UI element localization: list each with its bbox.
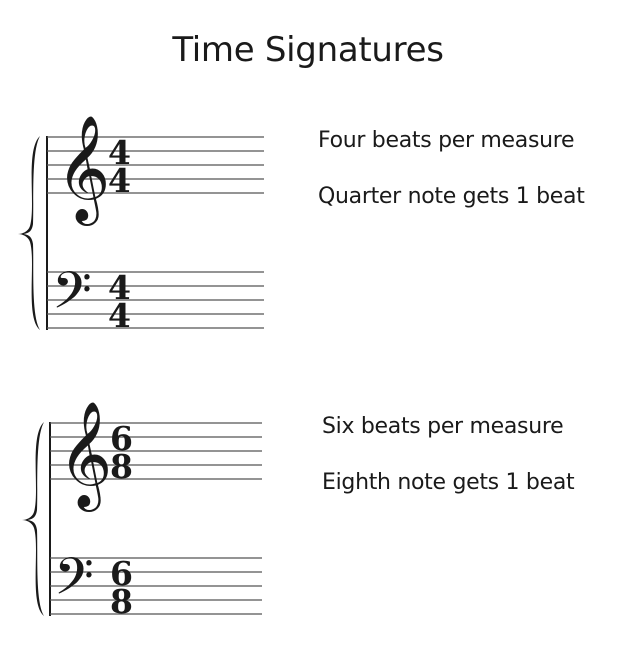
grand-staff-2: 𝄞 𝄢 6 8 6 8 bbox=[22, 400, 262, 621]
grand-staff-diagram: 𝄞 𝄢 4 4 4 4 𝄞 𝄢 6 8 6 8 bbox=[18, 114, 264, 621]
treble-clef-icon: 𝄞 bbox=[58, 400, 112, 512]
example-2-description-beats: Six beats per measure bbox=[322, 414, 564, 439]
example-1-description-note-value: Quarter note gets 1 beat bbox=[318, 184, 585, 209]
treble-time-denominator: 8 bbox=[110, 447, 133, 486]
grand-staff-1: 𝄞 𝄢 4 4 4 4 bbox=[18, 114, 264, 335]
bass-time-denominator: 8 bbox=[110, 582, 133, 621]
example-1-description-beats: Four beats per measure bbox=[318, 128, 575, 153]
bass-clef-icon: 𝄢 bbox=[54, 546, 94, 619]
brace-icon bbox=[18, 136, 40, 330]
brace-icon bbox=[22, 422, 44, 616]
treble-time-denominator: 4 bbox=[108, 161, 131, 200]
example-2-description-note-value: Eighth note gets 1 beat bbox=[322, 470, 575, 495]
treble-clef-icon: 𝄞 bbox=[56, 114, 110, 226]
bass-time-denominator: 4 bbox=[108, 296, 131, 335]
bass-clef-icon: 𝄢 bbox=[52, 260, 92, 333]
